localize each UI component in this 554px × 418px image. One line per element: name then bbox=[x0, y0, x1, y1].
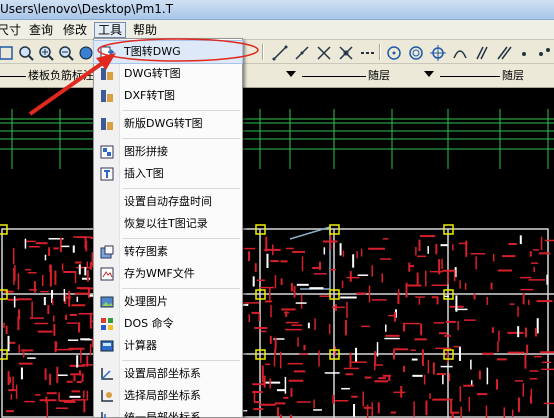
parallel-tool-icon[interactable] bbox=[494, 43, 512, 61]
arc-tool-icon[interactable] bbox=[450, 43, 468, 61]
target-icon[interactable] bbox=[406, 43, 424, 61]
menu-separator bbox=[122, 138, 240, 139]
menu-item-autosave-time[interactable]: 设置自动存盘时间 bbox=[94, 191, 242, 213]
toolbar bbox=[0, 40, 554, 64]
zoom-in-icon[interactable] bbox=[36, 43, 54, 61]
cross-line-icon[interactable] bbox=[314, 43, 332, 61]
menu-help[interactable]: 帮助 bbox=[130, 22, 160, 38]
menu-item-dos-command[interactable]: DOS 命令 bbox=[94, 313, 242, 335]
new-dwg-to-t-icon bbox=[99, 116, 115, 132]
snap-icon[interactable] bbox=[428, 43, 446, 61]
menu-separator bbox=[122, 288, 240, 289]
chevron-down-icon[interactable] bbox=[286, 71, 296, 77]
merge-graphics-icon bbox=[99, 144, 115, 160]
menu-separator bbox=[122, 360, 240, 361]
polyline-tool-icon[interactable] bbox=[292, 43, 310, 61]
title-bar: Users\lenovo\Desktop\Pm1.T bbox=[0, 0, 554, 20]
menu-bar: 尺寸 查询 修改 工具 帮助 bbox=[0, 20, 554, 40]
grid-lines bbox=[0, 109, 554, 169]
menu-separator bbox=[122, 188, 240, 189]
cross-tool-icon[interactable] bbox=[336, 43, 354, 61]
menu-item-calculator[interactable]: 计算器 bbox=[94, 335, 242, 357]
dash-line-icon[interactable] bbox=[358, 43, 376, 61]
menu-item-merge-graphics[interactable]: 图形拼接 bbox=[94, 141, 242, 163]
insert-t-icon bbox=[99, 166, 115, 182]
pan-icon[interactable] bbox=[76, 43, 94, 61]
color-layer-field[interactable]: 随层 bbox=[368, 68, 390, 84]
dxf-to-t-icon bbox=[99, 88, 115, 104]
save-wmf-icon bbox=[99, 266, 115, 282]
menu-modify[interactable]: 修改 bbox=[60, 22, 90, 38]
menu-item-unify-local-coords[interactable]: 统一局部坐标系 bbox=[94, 407, 242, 418]
menu-separator bbox=[122, 238, 240, 239]
toolbar-separator bbox=[262, 44, 264, 60]
menu-item-dwg-to-t[interactable]: DWG转T图 bbox=[94, 63, 242, 85]
image-process-icon bbox=[99, 294, 115, 310]
circle-tool-icon[interactable] bbox=[384, 43, 402, 61]
toolbar-separator bbox=[379, 44, 381, 60]
zoom-out-icon[interactable] bbox=[56, 43, 74, 61]
menu-item-process-image[interactable]: 处理图片 bbox=[94, 291, 242, 313]
frame-icon[interactable] bbox=[0, 43, 14, 61]
chevron-down-icon[interactable] bbox=[424, 71, 434, 77]
menu-item-dxf-to-t[interactable]: DXF转T图 bbox=[94, 85, 242, 107]
line-tool-icon[interactable] bbox=[270, 43, 288, 61]
rebar-marks bbox=[3, 234, 554, 418]
menu-item-save-elements[interactable]: 转存图素 bbox=[94, 241, 242, 263]
line-style-preview bbox=[0, 76, 26, 77]
menu-tools[interactable]: 工具 bbox=[94, 22, 127, 38]
menu-item-restore-records[interactable]: 恢复以往T图记录 bbox=[94, 213, 242, 235]
layer-bar: 楼板负筋标注 随层 随层 bbox=[0, 64, 554, 88]
trim-tool-icon[interactable] bbox=[472, 43, 490, 61]
linetype-layer-field[interactable]: 随层 bbox=[502, 68, 524, 84]
menu-item-t-to-dwg[interactable]: T图转DWG bbox=[93, 40, 243, 64]
menu-item-insert-t[interactable]: 插入T图 bbox=[94, 163, 242, 185]
menu-item-select-local-coords[interactable]: 选择局部坐标系 bbox=[94, 385, 242, 407]
layer-name-label[interactable]: 楼板负筋标注 bbox=[28, 68, 94, 84]
dos-command-icon bbox=[99, 316, 115, 332]
menu-separator bbox=[122, 110, 240, 111]
dwg-to-t-icon bbox=[99, 66, 115, 82]
menu-item-new-dwg-to-t[interactable]: 新版DWG转T图 bbox=[94, 113, 242, 135]
convert-to-dwg-icon bbox=[99, 44, 115, 60]
unify-local-coords-icon bbox=[99, 410, 115, 418]
set-local-coords-icon bbox=[99, 366, 115, 382]
window-title: Users\lenovo\Desktop\Pm1.T bbox=[0, 2, 174, 16]
save-elements-icon bbox=[99, 244, 115, 260]
line-style-preview bbox=[440, 76, 500, 77]
select-local-coords-icon bbox=[99, 388, 115, 404]
menu-query[interactable]: 查询 bbox=[26, 22, 56, 38]
line-style-preview bbox=[302, 76, 366, 77]
point-tool-icon[interactable] bbox=[514, 43, 532, 61]
menu-item-set-local-coords[interactable]: 设置局部坐标系 bbox=[94, 363, 242, 385]
drawing-canvas[interactable] bbox=[0, 89, 554, 418]
calculator-icon bbox=[99, 338, 115, 354]
zoom-icon[interactable] bbox=[16, 43, 34, 61]
structural-drawing bbox=[0, 109, 554, 418]
menu-dimension[interactable]: 尺寸 bbox=[0, 22, 24, 38]
menu-item-save-wmf[interactable]: 存为WMF文件 bbox=[94, 263, 242, 285]
misc-tool-icon[interactable] bbox=[534, 43, 552, 61]
tools-dropdown-menu: T图转DWG DWG转T图 DXF转T图 新版DWG转T图 图形拼接 插入T图 … bbox=[93, 38, 243, 418]
